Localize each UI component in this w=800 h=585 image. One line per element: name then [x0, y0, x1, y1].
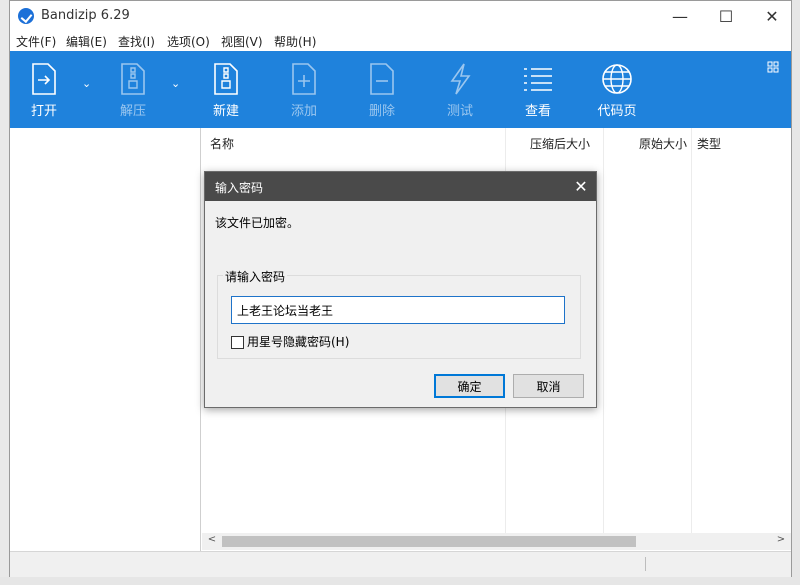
- horizontal-scrollbar[interactable]: < >: [202, 533, 791, 550]
- globe-icon: [602, 64, 632, 94]
- new-archive-icon: [214, 63, 238, 95]
- menu-help[interactable]: 帮助(H): [274, 33, 316, 50]
- lightning-icon: [450, 63, 471, 95]
- codepage-label: 代码页: [597, 104, 637, 119]
- open-label: 打开: [30, 104, 57, 119]
- scroll-left-icon[interactable]: <: [204, 534, 220, 549]
- bandizip-logo-icon: [18, 8, 34, 24]
- title-bar[interactable]: Bandizip 6.29 — ☐ ✕: [10, 1, 791, 31]
- view-button[interactable]: 查看: [518, 51, 558, 128]
- column-header-compressed[interactable]: 压缩后大小: [530, 135, 590, 152]
- new-label: 新建: [212, 104, 239, 119]
- delete-label: 删除: [368, 104, 395, 119]
- window-title: Bandizip 6.29: [41, 8, 130, 23]
- desktop-right-edge: [792, 0, 800, 585]
- menu-bar: 文件(F) 编辑(E) 查找(I) 选项(O) 视图(V) 帮助(H): [10, 31, 791, 51]
- add-label: 添加: [290, 104, 317, 119]
- delete-file-icon: [370, 63, 394, 95]
- hide-with-asterisks-checkbox[interactable]: [231, 336, 244, 349]
- scroll-right-icon[interactable]: >: [773, 534, 789, 549]
- encrypted-message: 该文件已加密。: [215, 216, 300, 230]
- view-label: 查看: [524, 104, 551, 119]
- add-button[interactable]: 添加: [284, 51, 324, 128]
- menu-options[interactable]: 选项(O): [167, 33, 210, 50]
- delete-button[interactable]: 删除: [362, 51, 402, 128]
- folder-tree-pane[interactable]: [10, 128, 201, 551]
- status-divider: [645, 557, 646, 571]
- password-dialog: 输入密码 ✕ 该文件已加密。 请输入密码 用星号隐藏密码(H) 确定 取消: [204, 171, 597, 408]
- extract-dropdown-icon[interactable]: ⌄: [171, 77, 180, 90]
- column-header-type[interactable]: 类型: [697, 135, 721, 152]
- cancel-button[interactable]: 取消: [513, 374, 584, 398]
- layout-toggle-icon[interactable]: [767, 61, 779, 73]
- open-icon: [32, 63, 56, 95]
- extract-button[interactable]: 解压: [113, 51, 153, 128]
- open-dropdown-icon[interactable]: ⌄: [82, 77, 91, 90]
- add-file-icon: [292, 63, 316, 95]
- close-button[interactable]: ✕: [749, 1, 795, 31]
- scrollbar-thumb[interactable]: [222, 536, 636, 547]
- password-input[interactable]: [231, 296, 565, 324]
- column-divider[interactable]: [691, 128, 692, 533]
- open-button[interactable]: 打开: [24, 51, 64, 128]
- password-group-label: 请输入密码: [223, 268, 288, 285]
- minimize-button[interactable]: —: [657, 1, 703, 31]
- new-button[interactable]: 新建: [206, 51, 246, 128]
- dialog-close-icon[interactable]: ✕: [566, 172, 596, 201]
- maximize-button[interactable]: ☐: [703, 1, 749, 31]
- dialog-title: 输入密码: [215, 181, 264, 195]
- extract-icon: [121, 63, 145, 95]
- menu-file[interactable]: 文件(F): [16, 33, 56, 50]
- toolbar: 打开 ⌄ 解压 ⌄ 新建 添加 删除 测试 查看 代码页: [10, 51, 791, 128]
- menu-view[interactable]: 视图(V): [221, 33, 263, 50]
- test-label: 测试: [446, 104, 473, 119]
- list-view-icon: [524, 68, 552, 91]
- column-header-name[interactable]: 名称: [210, 135, 234, 152]
- menu-find[interactable]: 查找(I): [118, 33, 155, 50]
- status-bar: [10, 551, 791, 577]
- column-header-original[interactable]: 原始大小: [639, 135, 687, 152]
- extract-label: 解压: [119, 104, 146, 119]
- ok-button[interactable]: 确定: [434, 374, 505, 398]
- column-divider[interactable]: [603, 128, 604, 533]
- menu-edit[interactable]: 编辑(E): [66, 33, 107, 50]
- codepage-button[interactable]: 代码页: [595, 51, 639, 128]
- hide-with-asterisks-label[interactable]: 用星号隐藏密码(H): [247, 333, 349, 350]
- dialog-title-bar[interactable]: 输入密码 ✕: [205, 172, 596, 201]
- test-button[interactable]: 测试: [440, 51, 480, 128]
- desktop-bottom-edge: [0, 577, 800, 585]
